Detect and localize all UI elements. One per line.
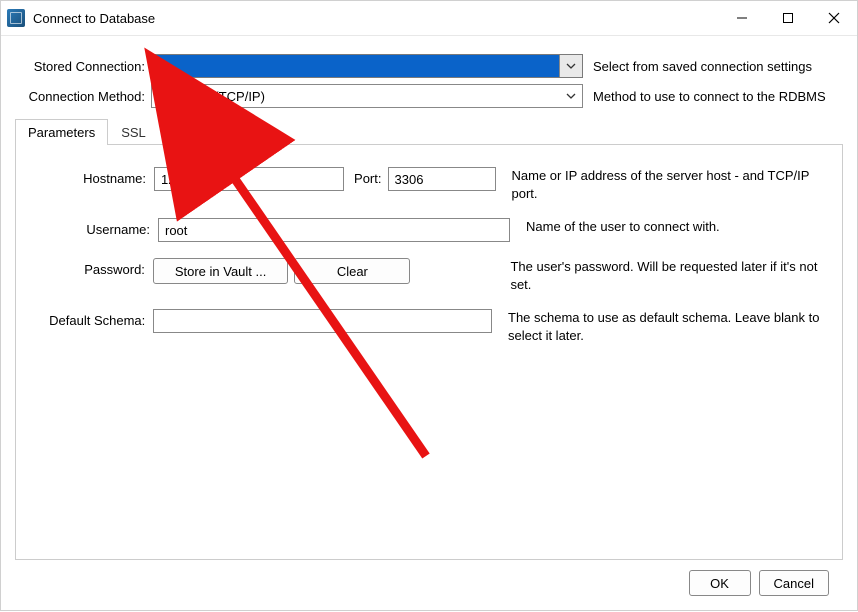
tab-bar: Parameters SSL Advanced <box>15 118 843 145</box>
dialog-footer: OK Cancel <box>15 560 843 610</box>
hostname-desc: Name or IP address of the server host - … <box>512 167 829 202</box>
maximize-icon <box>782 12 794 24</box>
cancel-button[interactable]: Cancel <box>759 570 829 596</box>
connection-method-desc: Method to use to connect to the RDBMS <box>593 89 826 104</box>
stored-connection-label: Stored Connection: <box>15 59 151 74</box>
chevron-down-icon <box>560 93 582 99</box>
username-row: Username: Name of the user to connect wi… <box>30 218 828 242</box>
window-controls <box>719 1 857 35</box>
stored-connection-desc: Select from saved connection settings <box>593 59 812 74</box>
window-title: Connect to Database <box>33 11 719 26</box>
close-icon <box>828 12 840 24</box>
port-label: Port: <box>354 167 381 186</box>
tab-panel-parameters: Hostname: Port: Name or IP address of th… <box>15 145 843 560</box>
port-input[interactable] <box>388 167 496 191</box>
minimize-button[interactable] <box>719 1 765 35</box>
stored-connection-select[interactable] <box>151 54 583 78</box>
password-label: Password: <box>30 258 153 277</box>
default-schema-input[interactable] <box>153 309 492 333</box>
default-schema-row: Default Schema: The schema to use as def… <box>30 309 828 344</box>
app-icon <box>7 9 25 27</box>
connection-method-select[interactable]: Standard (TCP/IP) <box>151 84 583 108</box>
password-desc: The user's password. Will be requested l… <box>510 258 828 293</box>
username-input[interactable] <box>158 218 510 242</box>
store-in-vault-button[interactable]: Store in Vault ... <box>153 258 288 284</box>
minimize-icon <box>736 12 748 24</box>
connection-method-row: Connection Method: Standard (TCP/IP) Met… <box>15 84 843 108</box>
tab-parameters[interactable]: Parameters <box>15 119 108 145</box>
titlebar: Connect to Database <box>1 1 857 36</box>
default-schema-label: Default Schema: <box>30 309 153 328</box>
dialog-window: Connect to Database Stored Connection: S… <box>0 0 858 611</box>
maximize-button[interactable] <box>765 1 811 35</box>
close-button[interactable] <box>811 1 857 35</box>
hostname-input[interactable] <box>154 167 344 191</box>
clear-password-button[interactable]: Clear <box>294 258 410 284</box>
connection-method-label: Connection Method: <box>15 89 151 104</box>
tab-ssl[interactable]: SSL <box>108 119 159 145</box>
hostname-row: Hostname: Port: Name or IP address of th… <box>30 167 828 202</box>
chevron-down-icon <box>559 55 582 77</box>
password-row: Password: Store in Vault ... Clear The u… <box>30 258 828 293</box>
default-schema-desc: The schema to use as default schema. Lea… <box>508 309 828 344</box>
username-label: Username: <box>30 218 158 237</box>
hostname-label: Hostname: <box>30 167 154 186</box>
ok-button[interactable]: OK <box>689 570 751 596</box>
username-desc: Name of the user to connect with. <box>526 218 720 236</box>
stored-connection-row: Stored Connection: Select from saved con… <box>15 54 843 78</box>
connection-method-value: Standard (TCP/IP) <box>158 89 265 104</box>
tab-advanced[interactable]: Advanced <box>159 119 243 145</box>
dialog-content: Stored Connection: Select from saved con… <box>1 36 857 610</box>
